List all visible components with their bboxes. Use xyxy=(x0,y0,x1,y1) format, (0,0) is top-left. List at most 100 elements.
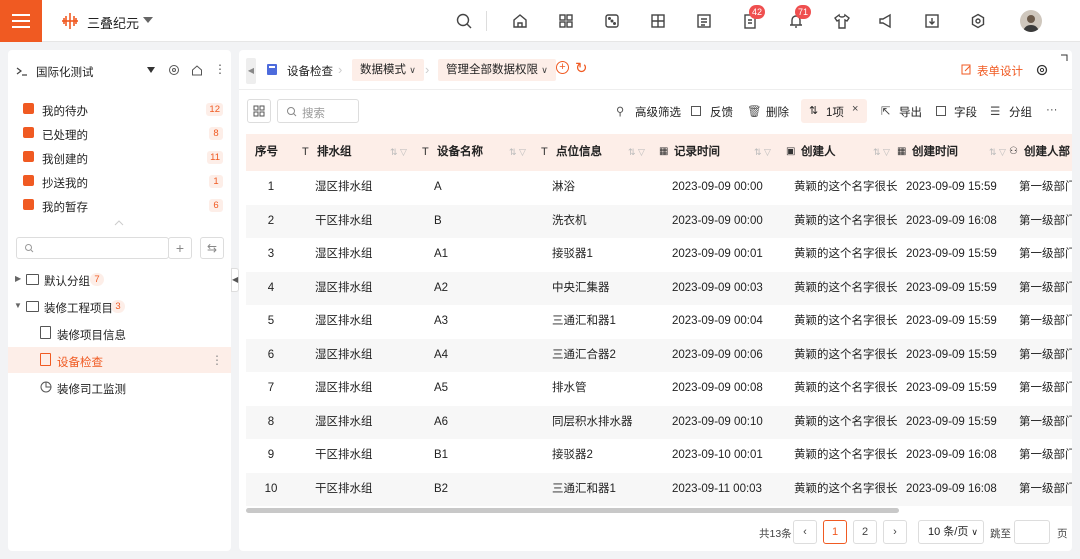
column-header-location[interactable]: 点位信息 xyxy=(556,134,602,171)
shirt-icon[interactable] xyxy=(832,11,852,31)
sort-filter-icon[interactable]: ⇅ ▽ xyxy=(628,147,645,157)
delete-button[interactable]: 删除 xyxy=(766,104,789,120)
column-header-creator-dept[interactable]: 创建人部 xyxy=(1024,134,1070,171)
table-row[interactable]: 5 湿区排水组 A3 三通汇和器1 2023-09-09 00:04 黄颖的这个名字很长.… xyxy=(246,305,1072,339)
advanced-filter-button[interactable]: 高级筛选 xyxy=(635,104,681,120)
view-switch-button[interactable] xyxy=(247,99,271,123)
table-row[interactable]: 10 干区排水组 B2 三通汇和器1 2023-09-11 00:03 黄颖的这个名字很长… xyxy=(246,472,1072,506)
close-icon[interactable]: × xyxy=(852,103,858,115)
caret-right-icon[interactable]: ▶ xyxy=(15,274,21,283)
column-header-creator[interactable]: 创建人 xyxy=(801,134,836,171)
more-icon[interactable]: ··· xyxy=(1046,104,1058,116)
table-cell: B1 xyxy=(434,449,449,461)
dice-icon[interactable] xyxy=(602,11,622,31)
settings-icon[interactable] xyxy=(968,11,988,31)
megaphone-icon[interactable] xyxy=(876,11,896,31)
page-2-button[interactable]: 2 xyxy=(853,520,877,544)
column-header-created-time[interactable]: 创建时间 xyxy=(912,134,958,171)
app-name[interactable]: 三叠纪元 xyxy=(87,13,139,32)
search-icon[interactable] xyxy=(454,11,474,31)
apps-grid-icon[interactable] xyxy=(556,11,576,31)
quick-item-draft[interactable]: 我的暂存 6 xyxy=(8,194,231,218)
gear-icon[interactable] xyxy=(1036,64,1048,76)
quick-item-cc[interactable]: 抄送我的 1 xyxy=(8,170,231,194)
more-icon[interactable]: ⋮ xyxy=(211,353,223,367)
next-page-button[interactable]: › xyxy=(883,520,907,544)
fields-button[interactable]: 字段 xyxy=(954,104,977,120)
quick-item-processed[interactable]: 已处理的 8 xyxy=(8,122,231,146)
table-cell: 4 xyxy=(267,281,275,294)
bell-icon[interactable]: 71 xyxy=(786,5,812,31)
list-form-icon[interactable] xyxy=(694,11,714,31)
toolbar-divider xyxy=(486,11,487,31)
export-button[interactable]: 导出 xyxy=(899,104,922,120)
quick-item-todo[interactable]: 我的待办 12 xyxy=(8,98,231,122)
column-header-device[interactable]: 设备名称 xyxy=(437,134,483,171)
settings-icon[interactable] xyxy=(168,64,180,76)
caret-down-icon[interactable]: ▼ xyxy=(14,301,22,310)
table-row[interactable]: 9 干区排水组 B1 接驳器2 2023-09-10 00:01 黄颖的这个名字很长...… xyxy=(246,439,1072,473)
more-icon[interactable]: ⋮ xyxy=(214,62,226,76)
table-cell: 干区排水组 xyxy=(315,214,373,227)
scope-dropdown[interactable]: 管理全部数据权限 ∨ xyxy=(438,59,556,81)
table-cell: B2 xyxy=(434,482,449,495)
tree-item-device-check[interactable]: 设备检查 ⋮ xyxy=(8,347,231,373)
swap-icon[interactable]: ⇆ xyxy=(200,237,224,259)
add-icon[interactable]: + xyxy=(556,61,569,74)
page-1-button[interactable]: 1 xyxy=(823,520,847,544)
back-button[interactable]: ◀ xyxy=(246,58,256,84)
add-group-button[interactable]: + xyxy=(168,237,192,259)
expand-icon[interactable] xyxy=(1058,54,1068,64)
page-size-select[interactable]: 10 条/页 ∨ xyxy=(918,520,984,544)
table-row[interactable]: 4 湿区排水组 A2 中央汇集器 2023-09-09 00:03 黄颖的这个名字很长..… xyxy=(246,271,1072,305)
home-icon[interactable] xyxy=(510,11,530,31)
table-row[interactable]: 6 湿区排水组 A4 三通汇合器2 2023-09-09 00:06 黄颖的这个名字很长.… xyxy=(246,338,1072,372)
tree-item-renovation-project[interactable]: ▼ 装修工程项目 3 xyxy=(8,293,231,319)
table-row[interactable]: 7 湿区排水组 A5 排水管 2023-09-09 00:08 黄颖的这个名字很长... 2… xyxy=(246,372,1072,406)
prev-page-button[interactable]: ‹ xyxy=(793,520,817,544)
quick-item-label: 我的待办 xyxy=(42,106,88,118)
sidebar-collapse-button[interactable]: ◀ xyxy=(231,268,239,292)
menu-button[interactable] xyxy=(0,0,42,42)
sort-filter-icon[interactable]: ⇅ ▽ xyxy=(390,147,407,157)
download-icon[interactable] xyxy=(922,11,942,31)
workspace-title[interactable]: 国际化测试 xyxy=(36,64,94,80)
sort-filter-icon[interactable]: ⇅ ▽ xyxy=(989,147,1006,157)
table-cell: 1 xyxy=(267,181,275,193)
group-button[interactable]: 分组 xyxy=(1009,104,1032,120)
table-cell: 第一级部门 xyxy=(1019,315,1072,327)
tree-item-default-group[interactable]: ▶ 默认分组 7 xyxy=(8,266,231,292)
table-row[interactable]: 1 湿区排水组 A 淋浴 2023-09-09 00:00 黄颖的这个名字很长... 202… xyxy=(246,171,1072,205)
table-row[interactable]: 8 湿区排水组 A6 同层积水排水器 2023-09-09 00:10 黄颖的这个名字很长… xyxy=(246,405,1072,439)
mode-dropdown[interactable]: 数据模式 ∨ xyxy=(352,59,424,81)
modules-icon[interactable] xyxy=(648,11,668,31)
horizontal-scrollbar[interactable] xyxy=(246,508,899,513)
home-icon[interactable] xyxy=(191,64,203,76)
app-switch-caret-icon[interactable] xyxy=(143,17,153,23)
workspace-caret-icon[interactable] xyxy=(147,67,155,73)
table-search-input[interactable]: 搜索 xyxy=(277,99,359,123)
table-cell: 7 xyxy=(267,382,275,394)
feedback-button[interactable]: 反馈 xyxy=(710,104,733,120)
sort-chip[interactable]: ⇅ 1项 × xyxy=(801,99,867,123)
column-header-record-time[interactable]: 记录时间 xyxy=(674,134,720,171)
quick-item-created[interactable]: 我创建的 11 xyxy=(8,146,231,170)
tree-item-monitoring[interactable]: 装修司工监测 xyxy=(8,374,231,400)
table-row[interactable]: 3 湿区排水组 A1 接驳器1 2023-09-09 00:01 黄颖的这个名字很长...… xyxy=(246,238,1072,272)
user-avatar[interactable] xyxy=(1020,10,1042,32)
refresh-icon[interactable]: ↻ xyxy=(575,59,588,77)
sort-filter-icon[interactable]: ⇅ ▽ xyxy=(873,147,890,157)
tree-search-input[interactable] xyxy=(16,237,169,259)
tree-item-project-info[interactable]: 装修项目信息 xyxy=(8,320,231,346)
task-icon[interactable]: 42 xyxy=(740,5,766,31)
form-design-button[interactable]: 表单设计 xyxy=(977,63,1023,79)
chevron-up-icon[interactable] xyxy=(114,218,124,228)
column-header-group[interactable]: 排水组 xyxy=(317,134,352,171)
form-icon xyxy=(40,326,51,339)
sort-filter-icon[interactable]: ⇅ ▽ xyxy=(509,147,526,157)
table-row[interactable]: 2 干区排水组 B 洗衣机 2023-09-09 00:00 黄颖的这个名字很长... 20… xyxy=(246,204,1072,238)
jump-page-input[interactable] xyxy=(1014,520,1050,544)
table-cell: 黄颖的这个名字很长... xyxy=(794,181,898,193)
sort-filter-icon[interactable]: ⇅ ▽ xyxy=(754,147,771,157)
quick-item-label: 我创建的 xyxy=(42,154,88,166)
